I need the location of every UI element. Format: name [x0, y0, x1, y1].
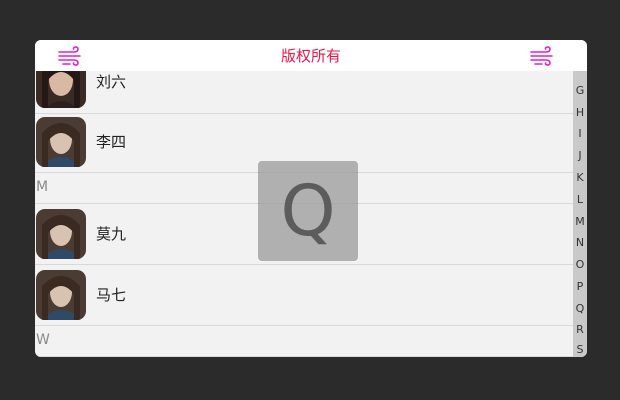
overlay-letter: Q [280, 170, 336, 252]
avatar [36, 209, 86, 259]
contact-name: 莫九 [96, 225, 127, 243]
index-letter[interactable]: R [573, 323, 587, 336]
page-title: 版权所有 [280, 47, 341, 65]
index-letter[interactable]: G [573, 84, 587, 97]
title-bar: 版权所有 [35, 40, 587, 71]
index-letter[interactable]: L [573, 193, 587, 206]
index-letter[interactable]: I [573, 127, 587, 140]
index-letter[interactable]: H [573, 106, 587, 119]
section-letter: M [36, 179, 49, 195]
index-letter[interactable]: O [573, 258, 587, 271]
wind-icon[interactable] [529, 46, 555, 66]
section-letter: W [36, 332, 50, 348]
index-letter[interactable]: S [573, 343, 587, 356]
selected-letter-overlay: Q [258, 161, 358, 261]
contact-name: 马七 [96, 286, 127, 304]
contact-row-ma[interactable]: 马七 [35, 265, 573, 326]
index-letter[interactable]: K [573, 171, 587, 184]
index-letter[interactable]: N [573, 236, 587, 249]
avatar [36, 270, 86, 320]
index-letter[interactable]: Q [573, 302, 587, 315]
avatar [36, 117, 86, 167]
contact-name: 李四 [96, 133, 127, 151]
app-window: 刘六 李四 M 莫九 马七 W 版权所有 G H I J K L M N O P… [35, 40, 587, 357]
section-header-w: W [35, 326, 573, 357]
index-letter[interactable]: M [573, 215, 587, 228]
alphabet-index-bar[interactable]: G H I J K L M N O P Q R S [573, 71, 587, 357]
index-letter[interactable]: J [573, 149, 587, 162]
index-letter[interactable]: P [573, 280, 587, 293]
contact-name: 刘六 [96, 73, 127, 91]
